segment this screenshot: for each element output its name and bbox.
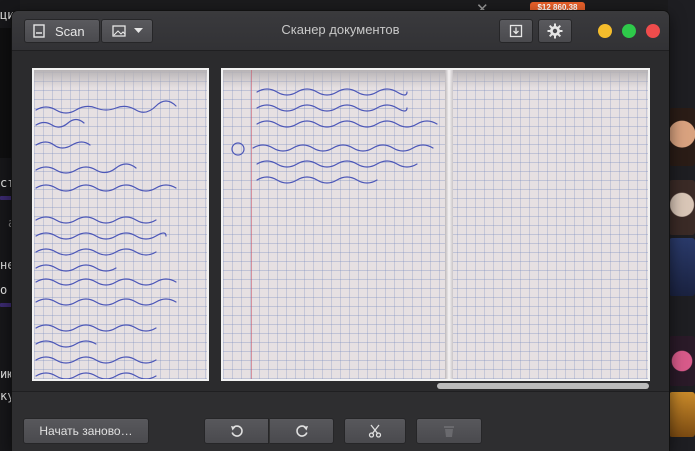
maximize-button[interactable] — [622, 24, 636, 38]
crop-button[interactable] — [344, 418, 406, 444]
rotate-cw-icon — [295, 425, 308, 437]
rotate-left-button[interactable] — [204, 418, 269, 444]
avatar — [669, 108, 695, 166]
download-tray-icon — [509, 24, 523, 38]
scanned-page-preview[interactable] — [221, 68, 650, 381]
avatar — [669, 238, 695, 296]
minimize-button[interactable] — [598, 24, 612, 38]
scanner-window: Scan Сканер документов Начать заново… — [12, 11, 669, 451]
horizontal-scrollbar[interactable] — [437, 383, 649, 389]
bottom-toolbar: Начать заново… — [12, 391, 669, 451]
export-button[interactable] — [499, 19, 533, 43]
delete-button[interactable] — [416, 418, 482, 444]
avatar — [669, 392, 695, 437]
bg-text-fragment: о — [0, 283, 8, 297]
restart-button[interactable]: Начать заново… — [23, 418, 149, 444]
scissors-icon — [368, 424, 382, 438]
avatar — [669, 336, 695, 386]
gear-icon — [547, 23, 563, 39]
scanned-page-thumbnail[interactable] — [32, 68, 209, 381]
titlebar[interactable]: Scan Сканер документов — [12, 11, 669, 51]
avatar — [669, 180, 695, 235]
handwriting-image — [231, 88, 438, 184]
scan-preview-area — [12, 52, 669, 391]
close-button[interactable] — [646, 24, 660, 38]
rotate-ccw-icon — [230, 425, 243, 437]
trash-icon — [444, 426, 454, 437]
settings-button[interactable] — [538, 19, 572, 43]
handwriting-image — [35, 100, 177, 379]
rotate-right-button[interactable] — [269, 418, 334, 444]
